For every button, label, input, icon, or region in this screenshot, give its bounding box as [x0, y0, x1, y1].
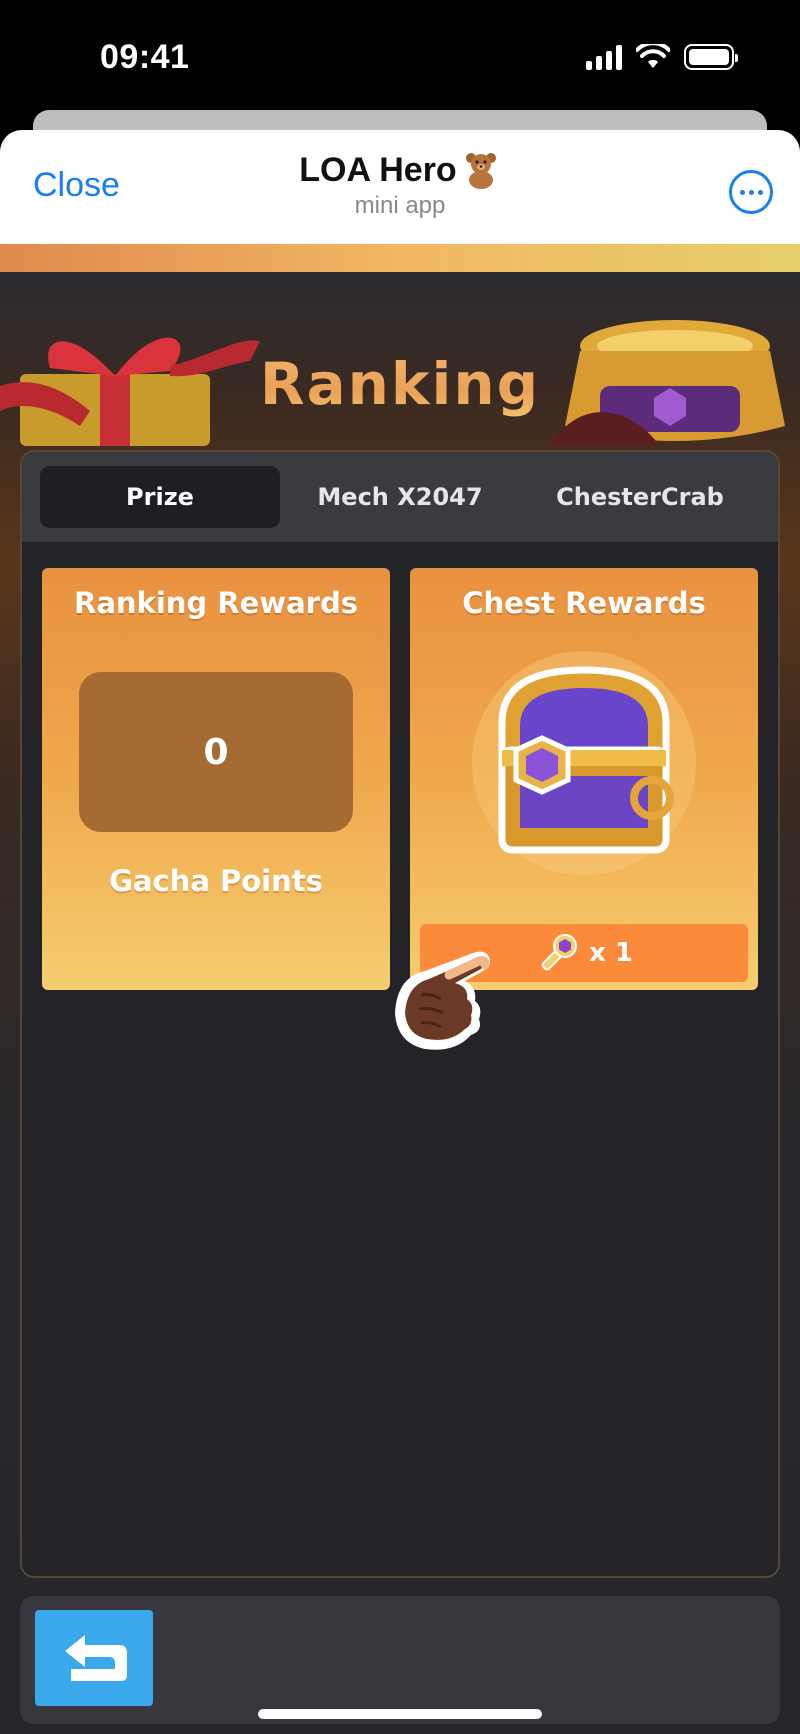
gacha-points-label: Gacha Points	[109, 864, 323, 898]
pointing-hand-icon	[395, 951, 491, 1050]
tab-chestercrab[interactable]: ChesterCrab	[520, 466, 760, 528]
back-button[interactable]	[35, 1610, 153, 1706]
header-accent-strip	[0, 244, 800, 272]
battery-icon	[684, 44, 738, 70]
chest-rewards-title: Chest Rewards	[462, 586, 706, 620]
status-icons	[586, 44, 738, 70]
status-bar: 09:41	[0, 0, 800, 118]
ranking-title: Ranking	[0, 350, 800, 418]
tab-mech-x2047[interactable]: Mech X2047	[280, 466, 520, 528]
footer-bar	[20, 1596, 780, 1724]
app-header: Close LOA Hero mini app	[0, 130, 800, 244]
return-arrow-icon	[65, 1635, 127, 1681]
more-dots-icon[interactable]	[729, 170, 773, 214]
treasure-chest-icon[interactable]	[464, 638, 704, 878]
ranking-rewards-title: Ranking Rewards	[74, 586, 358, 620]
status-time: 09:41	[100, 38, 190, 76]
chest-rewards-card[interactable]: Chest Rewards x 1	[410, 568, 758, 990]
ranking-banner: Ranking	[0, 306, 800, 456]
cellular-signal-icon	[586, 44, 622, 70]
home-indicator	[258, 1709, 542, 1719]
gacha-points-value: 0	[203, 731, 229, 773]
app-title: LOA Hero	[299, 150, 500, 190]
ranking-rewards-card: Ranking Rewards 0 Gacha Points	[42, 568, 390, 990]
app-subtitle: mini app	[354, 192, 446, 219]
points-box: 0	[79, 672, 353, 832]
app-title-text: LOA Hero	[299, 150, 457, 189]
tab-prize[interactable]: Prize	[40, 466, 280, 528]
wifi-icon	[636, 44, 670, 68]
tab-bar: Prize Mech X2047 ChesterCrab	[22, 452, 778, 542]
key-count: x 1	[589, 938, 633, 968]
key-icon	[541, 934, 578, 971]
title-block: LOA Hero mini app	[0, 150, 800, 220]
teddy-bear-icon	[465, 153, 496, 189]
